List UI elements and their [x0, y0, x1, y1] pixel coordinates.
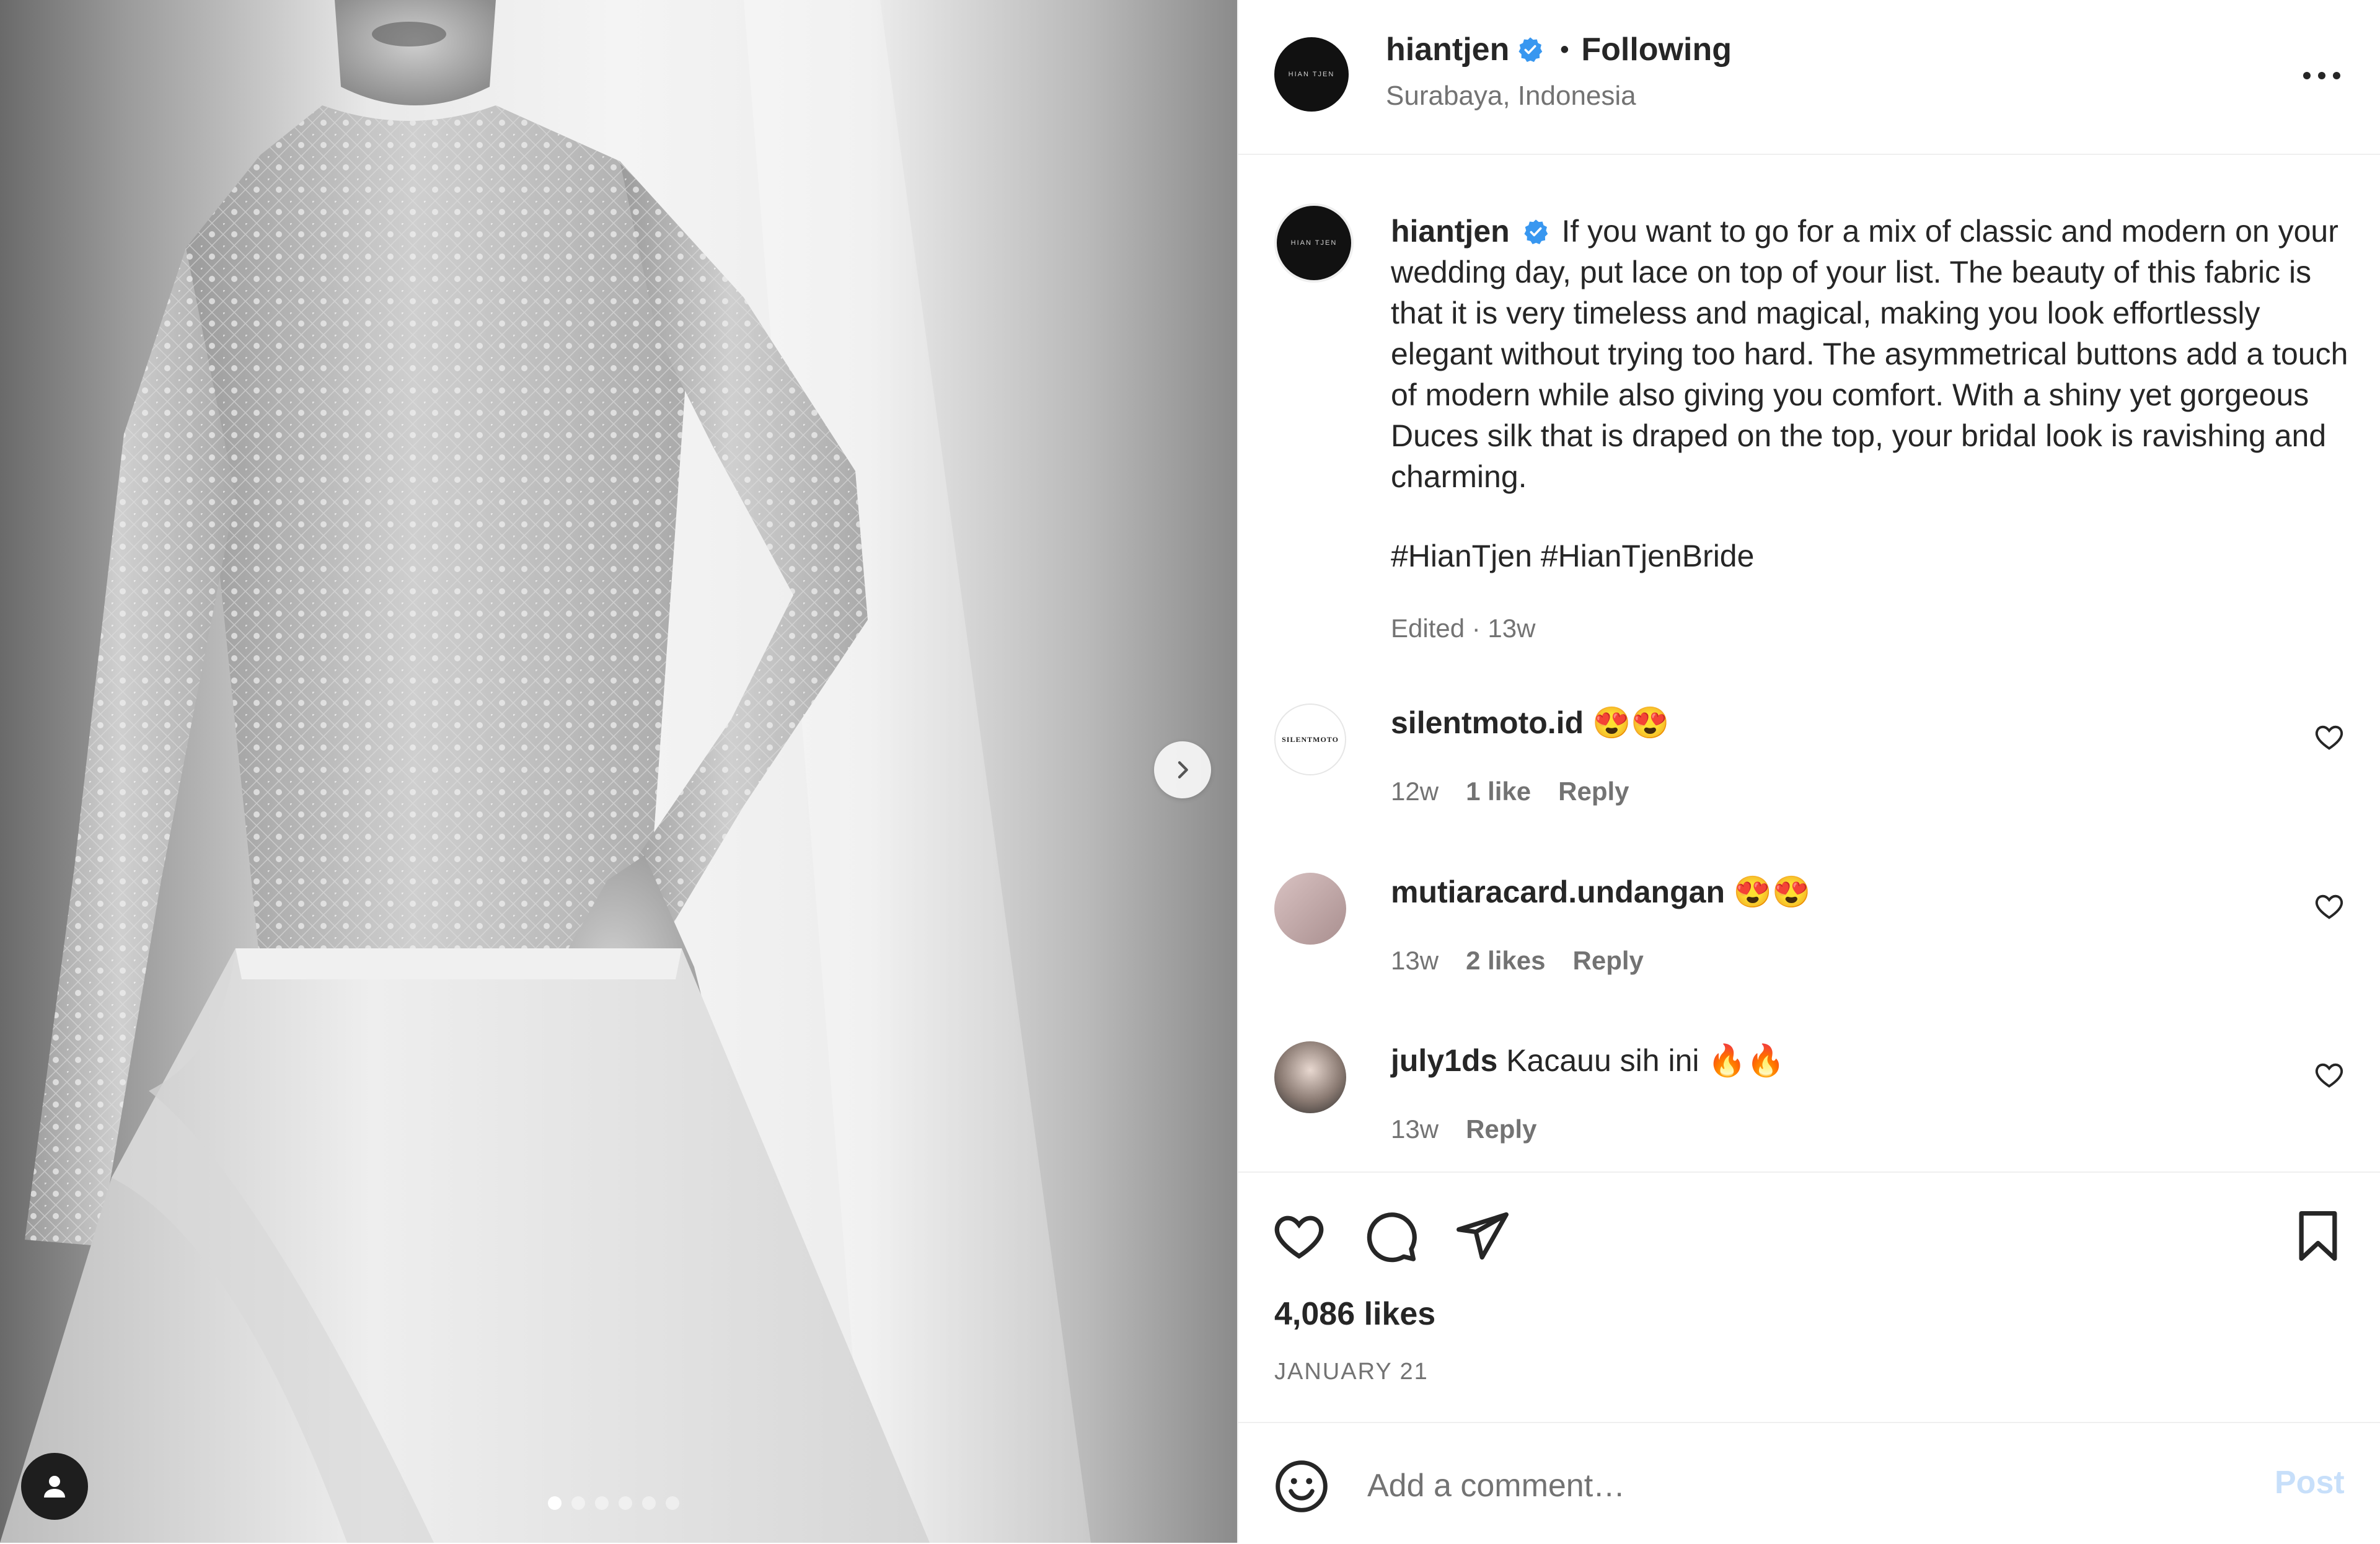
comment-time: 13w: [1391, 946, 1439, 975]
carousel-dot: [642, 1496, 656, 1510]
post-caption: hiantjen If you want to go for a mix of …: [1391, 211, 2358, 497]
post-side-panel: HIAN TJEN hiantjen • Following Surabaya,…: [1237, 0, 2380, 1543]
post-date: JANUARY 21: [1274, 1359, 1429, 1385]
carousel-dot: [666, 1496, 679, 1510]
comment-item: july1ds Kacauu sih ini 🔥🔥 13w Reply: [1238, 1041, 2380, 1165]
comment-meta: 13w Reply: [1391, 1114, 1536, 1144]
bookmark-icon[interactable]: [2290, 1207, 2347, 1264]
add-comment-bar: Post: [1238, 1422, 2380, 1544]
author-username[interactable]: hiantjen: [1386, 31, 1509, 68]
carousel-dot: [595, 1496, 609, 1510]
comment-item: mutiaracard.undangan 😍😍 13w 2 likes Repl…: [1238, 873, 2380, 997]
post-actions: 4,086 likes JANUARY 21: [1238, 1171, 2380, 1421]
commenter-avatar[interactable]: [1274, 1041, 1346, 1113]
author-line: hiantjen • Following: [1386, 31, 1732, 68]
likes-count[interactable]: 4,086 likes: [1274, 1295, 1435, 1333]
comment-body: 😍😍: [1592, 705, 1670, 740]
comment-like-count[interactable]: 2 likes: [1466, 946, 1545, 976]
comment-username[interactable]: mutiaracard.undangan: [1391, 875, 1725, 909]
comment-reply-button[interactable]: Reply: [1466, 1114, 1536, 1144]
carousel-dot: [571, 1496, 585, 1510]
comment-text: silentmoto.id 😍😍: [1391, 705, 1670, 741]
heart-icon[interactable]: [1271, 1207, 1328, 1264]
comment-reply-button[interactable]: Reply: [1573, 946, 1644, 976]
heart-icon[interactable]: [2313, 890, 2345, 922]
comment-reply-button[interactable]: Reply: [1558, 777, 1629, 806]
caption-username[interactable]: hiantjen: [1391, 214, 1510, 249]
heart-icon[interactable]: [2313, 1059, 2345, 1091]
chevron-right-icon: [1178, 761, 1188, 779]
caption-meta: Edited · 13w: [1391, 614, 1536, 643]
comment-time: 13w: [1391, 1114, 1439, 1144]
verified-badge-icon: [1518, 37, 1543, 63]
comment-time: 12w: [1391, 777, 1439, 806]
carousel-dot: [619, 1496, 632, 1510]
post-header: HIAN TJEN hiantjen • Following Surabaya,…: [1238, 0, 2380, 155]
post-photo: [0, 0, 1091, 1543]
tagged-users-button[interactable]: [21, 1453, 88, 1520]
verified-badge-icon: [1524, 219, 1548, 245]
comment-body: 😍😍: [1733, 875, 1811, 909]
comment-like-count[interactable]: 1 like: [1466, 777, 1531, 806]
avatar-logo-text: HIAN TJEN: [1288, 71, 1335, 78]
comment-body: Kacauu sih ini 🔥🔥: [1506, 1043, 1785, 1078]
author-avatar[interactable]: HIAN TJEN: [1274, 37, 1349, 112]
following-button[interactable]: Following: [1581, 31, 1732, 68]
commenter-avatar[interactable]: SILENTMOTO: [1274, 704, 1346, 775]
caption-body: If you want to go for a mix of classic a…: [1391, 214, 2348, 494]
emoji-icon[interactable]: [1273, 1458, 1330, 1515]
comment-username[interactable]: july1ds: [1391, 1043, 1497, 1078]
comment-username[interactable]: silentmoto.id: [1391, 705, 1584, 740]
comment-item: SILENTMOTO silentmoto.id 😍😍 12w 1 like R…: [1238, 704, 2380, 827]
more-options-button[interactable]: [2297, 57, 2347, 94]
more-horizontal-icon: [2303, 72, 2340, 79]
comment-meta: 12w 1 like Reply: [1391, 777, 1629, 806]
comment-text: mutiaracard.undangan 😍😍: [1391, 874, 1810, 911]
post-media[interactable]: [0, 0, 1237, 1543]
caption-hashtags[interactable]: #HianTjen #HianTjenBride: [1391, 538, 1754, 574]
commenter-avatar[interactable]: [1274, 873, 1346, 945]
carousel-dot: [548, 1496, 562, 1510]
header-separator: •: [1560, 35, 1569, 63]
comment-meta: 13w 2 likes Reply: [1391, 946, 1644, 976]
comments-section[interactable]: HIAN TJEN hiantjen If you want to go for…: [1238, 155, 2380, 1171]
avatar-logo-text: SILENTMOTO: [1282, 735, 1339, 744]
avatar-logo-text: HIAN TJEN: [1290, 239, 1338, 247]
next-image-button[interactable]: [1154, 741, 1211, 798]
comment-icon[interactable]: [1362, 1207, 1419, 1264]
heart-icon[interactable]: [2313, 721, 2345, 753]
comment-input[interactable]: [1366, 1455, 2187, 1516]
comment-text: july1ds Kacauu sih ini 🔥🔥: [1391, 1043, 1785, 1079]
caption-author-avatar[interactable]: HIAN TJEN: [1274, 203, 1354, 283]
user-icon: [44, 1476, 65, 1498]
carousel-indicator: [548, 1496, 679, 1510]
post-comment-button[interactable]: Post: [2275, 1464, 2345, 1501]
share-icon[interactable]: [1454, 1207, 1511, 1264]
post-location[interactable]: Surabaya, Indonesia: [1386, 81, 1636, 112]
